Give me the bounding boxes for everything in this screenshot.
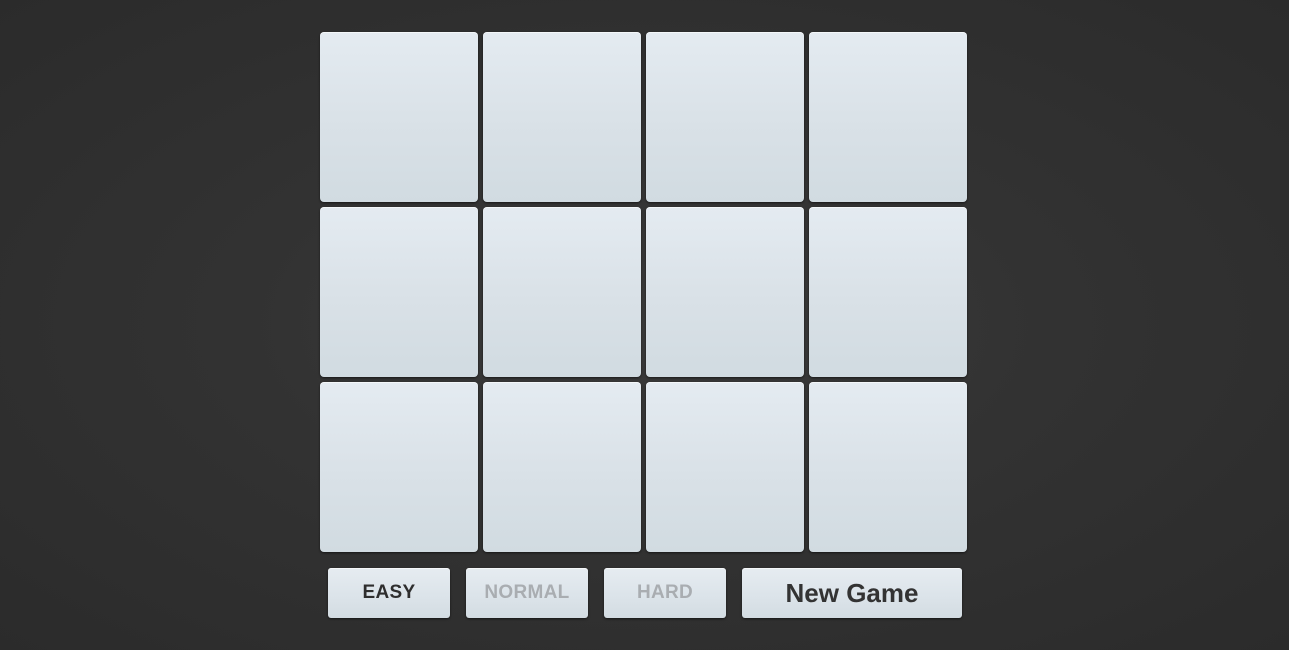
card-r3-c1[interactable] bbox=[320, 382, 478, 552]
normal-button-label: NORMAL bbox=[484, 582, 570, 603]
card-r3-c2[interactable] bbox=[483, 382, 641, 552]
card-r1-c4[interactable] bbox=[809, 32, 967, 202]
easy-button[interactable]: EASY bbox=[328, 568, 450, 618]
hard-button[interactable]: HARD bbox=[604, 568, 726, 618]
card-r2-c4[interactable] bbox=[809, 207, 967, 377]
new-game-button[interactable]: New Game bbox=[742, 568, 962, 618]
easy-button-label: EASY bbox=[362, 582, 416, 603]
normal-button[interactable]: NORMAL bbox=[466, 568, 588, 618]
card-r2-c2[interactable] bbox=[483, 207, 641, 377]
card-r2-c3[interactable] bbox=[646, 207, 804, 377]
card-r1-c2[interactable] bbox=[483, 32, 641, 202]
hard-button-label: HARD bbox=[636, 582, 694, 603]
card-r3-c4[interactable] bbox=[809, 382, 967, 552]
card-r3-c3[interactable] bbox=[646, 382, 804, 552]
card-grid bbox=[320, 32, 970, 552]
card-r2-c1[interactable] bbox=[320, 207, 478, 377]
card-r1-c1[interactable] bbox=[320, 32, 478, 202]
new-game-button-label: New Game bbox=[785, 577, 919, 608]
card-r1-c3[interactable] bbox=[646, 32, 804, 202]
